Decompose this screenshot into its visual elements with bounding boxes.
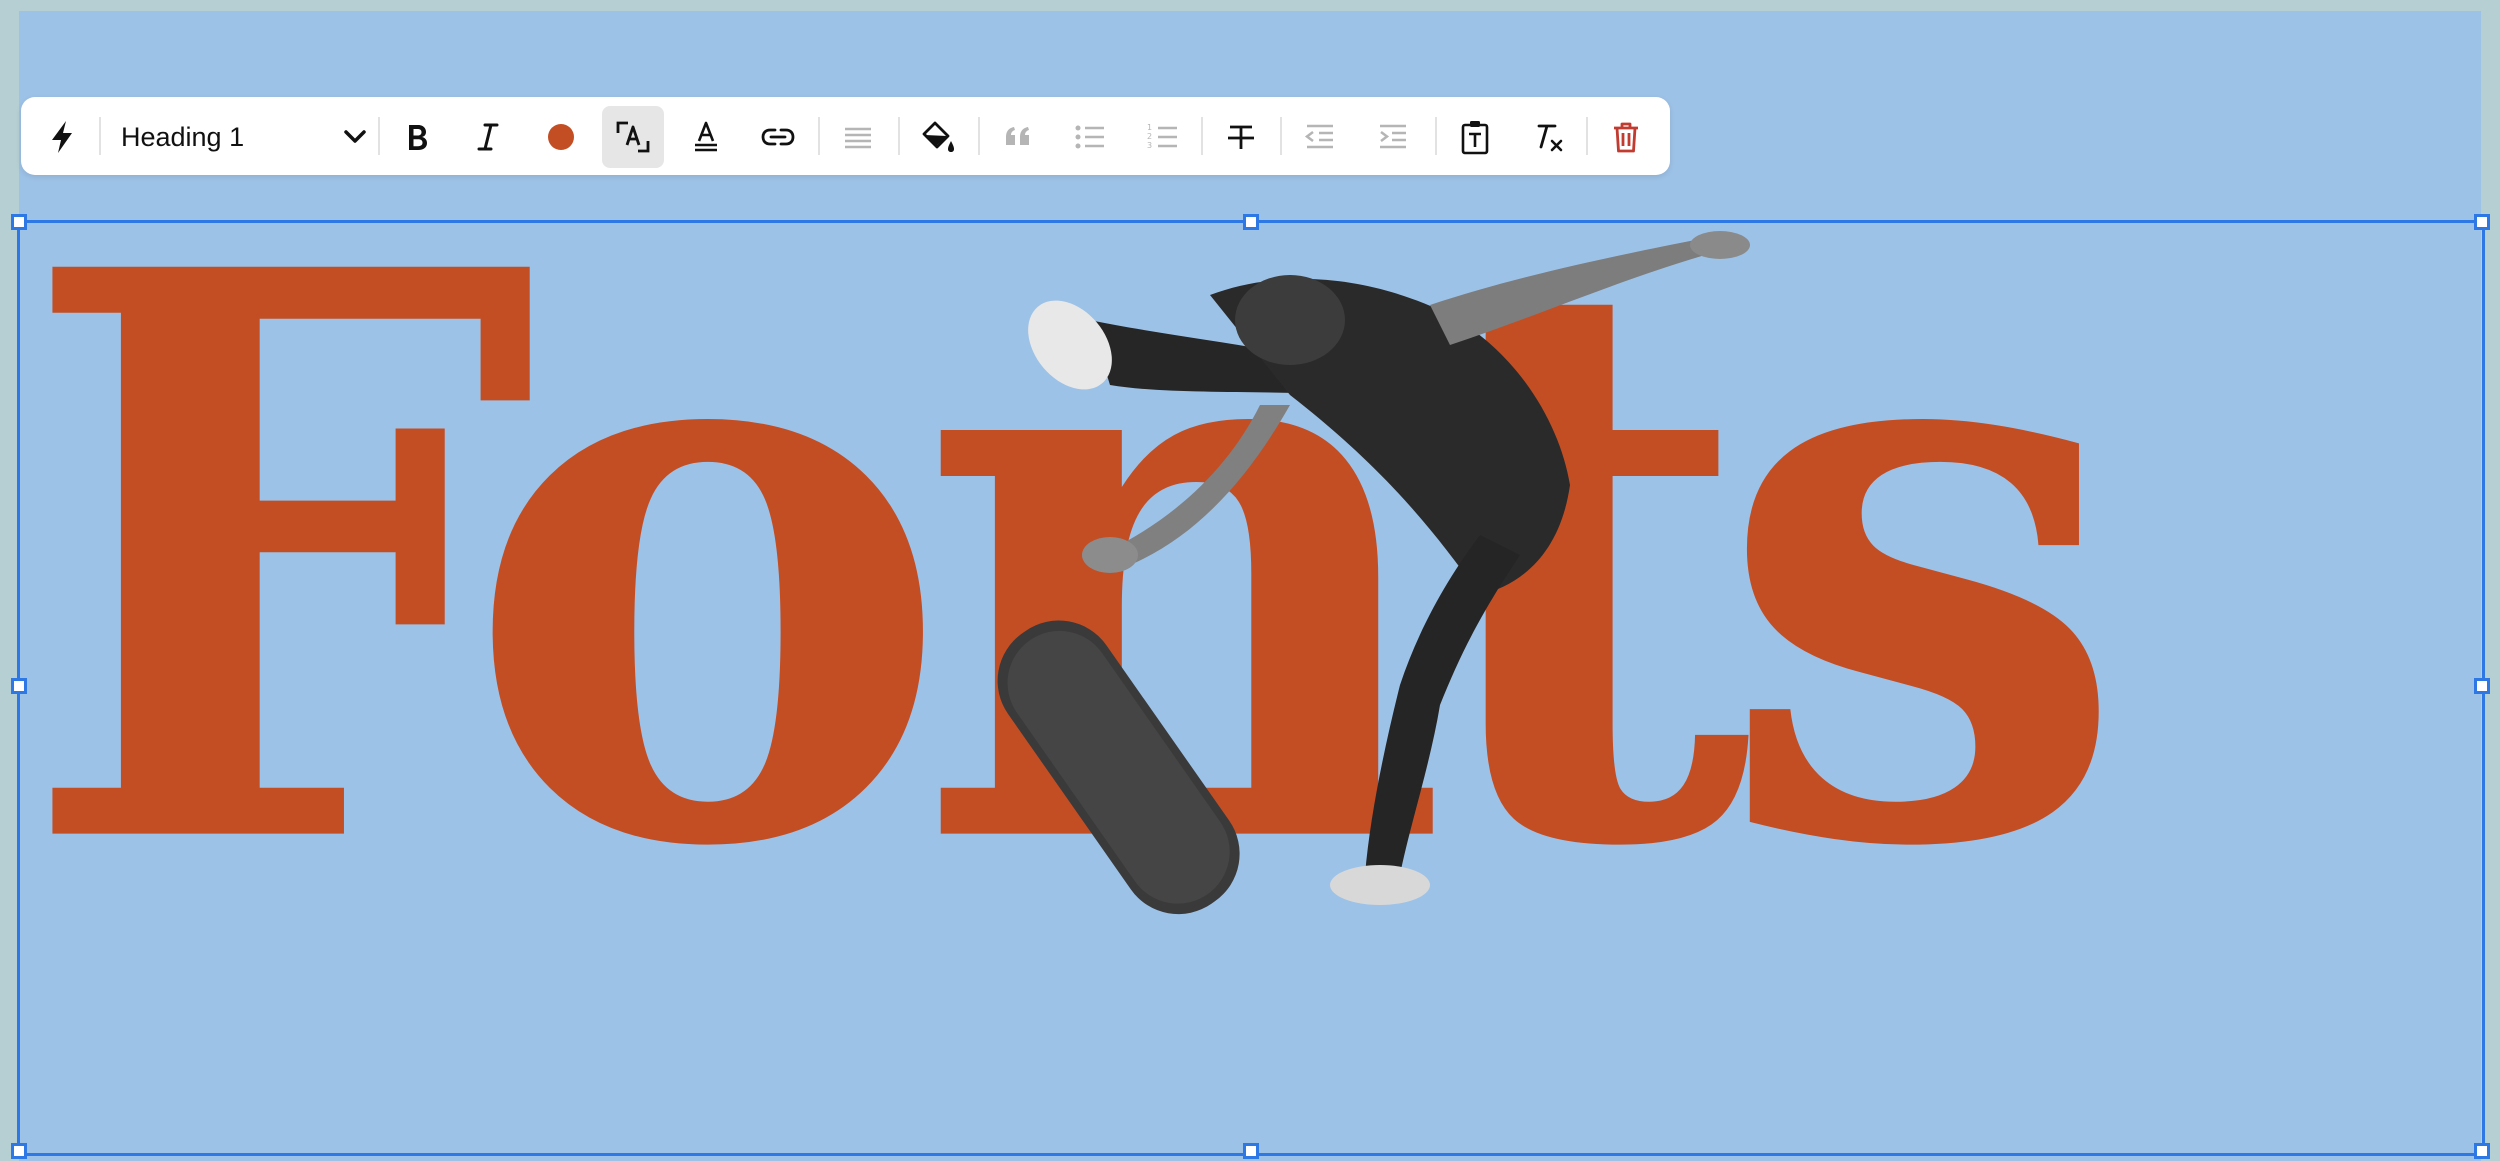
link-button[interactable] xyxy=(747,106,809,168)
align-button[interactable] xyxy=(827,106,889,168)
text-highlight-icon xyxy=(695,121,717,152)
svg-text:1: 1 xyxy=(1147,123,1152,132)
text-color-icon xyxy=(548,124,574,150)
divider xyxy=(1435,117,1437,155)
text-style-value: Heading 1 xyxy=(121,121,245,152)
link-icon xyxy=(761,128,795,146)
divider xyxy=(818,117,820,155)
bold-button[interactable] xyxy=(385,106,447,168)
strikethrough-button[interactable] xyxy=(1210,106,1272,168)
divider xyxy=(1586,117,1588,155)
bulleted-list-button[interactable] xyxy=(1059,106,1121,168)
strikethrough-icon xyxy=(1228,125,1254,149)
chevron-down-icon xyxy=(344,130,366,143)
divider xyxy=(898,117,900,155)
outdent-icon xyxy=(1304,124,1333,149)
text-box-button[interactable] xyxy=(1444,106,1506,168)
align-icon xyxy=(845,127,871,149)
delete-button[interactable] xyxy=(1595,106,1657,168)
formatting-toolbar: Heading 1 1 2 3 xyxy=(21,97,1670,175)
svg-text:2: 2 xyxy=(1147,132,1152,141)
font-size-button[interactable] xyxy=(602,106,664,168)
trash-icon xyxy=(1614,122,1638,153)
resize-handle-top-right[interactable] xyxy=(2474,214,2490,230)
quote-icon xyxy=(1006,127,1029,145)
text-box-icon xyxy=(1461,121,1489,155)
italic-button[interactable] xyxy=(457,106,519,168)
numbered-list-button[interactable]: 1 2 3 xyxy=(1132,106,1194,168)
text-style-select[interactable]: Heading 1 xyxy=(101,106,381,168)
resize-handle-left[interactable] xyxy=(11,678,27,694)
italic-icon xyxy=(477,123,499,151)
resize-handle-bottom[interactable] xyxy=(1243,1143,1259,1159)
indent-icon xyxy=(1380,124,1406,149)
resize-handle-top-left[interactable] xyxy=(11,214,27,230)
divider xyxy=(1201,117,1203,155)
resize-handle-bottom-left[interactable] xyxy=(11,1143,27,1159)
numbered-list-icon: 1 2 3 xyxy=(1147,123,1177,150)
clear-formatting-button[interactable] xyxy=(1517,106,1579,168)
svg-text:3: 3 xyxy=(1147,141,1152,150)
bulleted-list-icon xyxy=(1075,125,1104,149)
bold-icon xyxy=(409,125,427,150)
fill-button[interactable] xyxy=(907,106,969,168)
clear-formatting-icon xyxy=(1537,124,1563,152)
divider xyxy=(1280,117,1282,155)
outdent-button[interactable] xyxy=(1289,106,1351,168)
text-color-button[interactable] xyxy=(530,106,592,168)
indent-button[interactable] xyxy=(1362,106,1424,168)
resize-handle-bottom-right[interactable] xyxy=(2474,1143,2490,1159)
divider xyxy=(978,117,980,155)
text-highlight-button[interactable] xyxy=(675,106,737,168)
resize-handle-top[interactable] xyxy=(1243,214,1259,230)
font-size-icon xyxy=(616,121,650,153)
divider xyxy=(378,117,380,155)
resize-handle-right[interactable] xyxy=(2474,678,2490,694)
fill-icon xyxy=(922,121,954,152)
quote-button[interactable] xyxy=(987,106,1049,168)
ai-actions-button[interactable] xyxy=(31,106,93,168)
selection-frame[interactable] xyxy=(17,220,2485,1156)
lightning-icon xyxy=(52,121,72,153)
